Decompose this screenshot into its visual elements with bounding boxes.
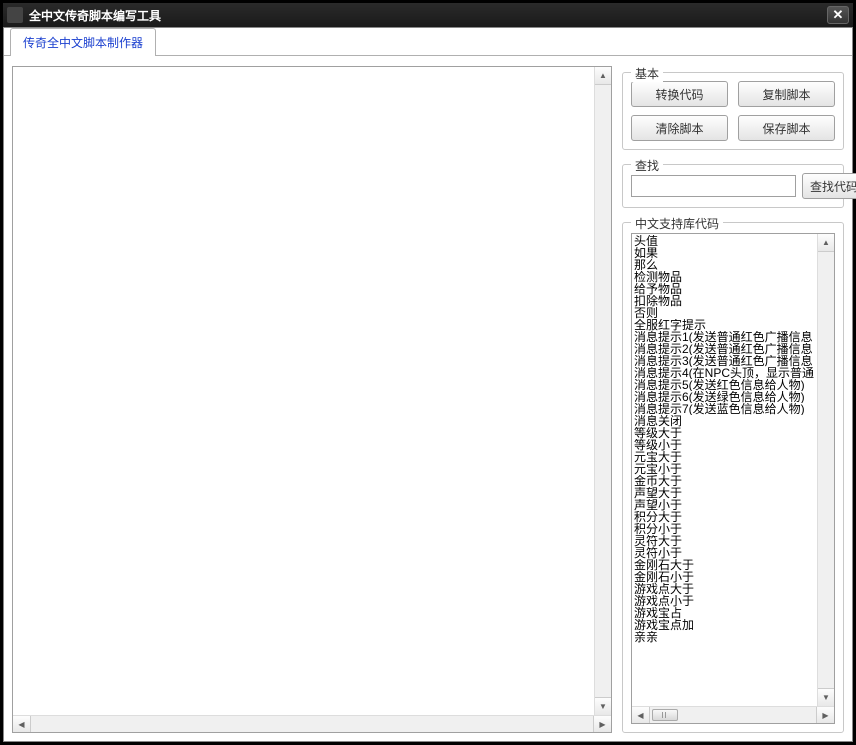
lib-item[interactable]: 消息提示1(发送普通红色广播信息 (634, 331, 817, 343)
lib-item[interactable]: 声望大于 (634, 487, 817, 499)
lib-item[interactable]: 游戏宝占 (634, 607, 817, 619)
lib-item[interactable]: 消息提示5(发送红色信息给人物) (634, 379, 817, 391)
window-body: 传奇全中文脚本制作器 基本 转换代码 复制脚本 (3, 27, 853, 742)
lib-item[interactable]: 积分大于 (634, 511, 817, 523)
lib-listbox[interactable]: 头值如果那么检测物品给予物品扣除物品否则全服红字提示消息提示1(发送普通红色广播… (632, 234, 817, 706)
lib-item[interactable]: 全服红字提示 (634, 319, 817, 331)
lib-item[interactable]: 金币大于 (634, 475, 817, 487)
close-icon[interactable]: ✕ (827, 6, 849, 24)
lib-item[interactable]: 灵符小于 (634, 547, 817, 559)
editor-vertical-scrollbar[interactable] (594, 67, 611, 715)
lib-item[interactable]: 金刚石小于 (634, 571, 817, 583)
group-lib: 中文支持库代码 头值如果那么检测物品给予物品扣除物品否则全服红字提示消息提示1(… (622, 222, 844, 733)
lib-item[interactable]: 头值 (634, 235, 817, 247)
side-panel: 基本 转换代码 复制脚本 清除脚本 保存脚本 查找 查找代码 (622, 66, 844, 733)
window-frame: 全中文传奇脚本编写工具 ✕ 传奇全中文脚本制作器 基本 转 (0, 0, 856, 745)
lib-item[interactable]: 否则 (634, 307, 817, 319)
lib-item[interactable]: 消息提示6(发送绿色信息给人物) (634, 391, 817, 403)
app-icon (7, 7, 23, 23)
lib-item[interactable]: 消息提示7(发送蓝色信息给人物) (634, 403, 817, 415)
lib-item[interactable]: 消息提示2(发送普通红色广播信息 (634, 343, 817, 355)
search-input[interactable] (631, 175, 796, 197)
lib-horizontal-scrollbar[interactable] (632, 706, 834, 723)
lib-item[interactable]: 金刚石大于 (634, 559, 817, 571)
lib-item[interactable]: 消息提示4(在NPC头顶，显示普通 (634, 367, 817, 379)
content-area: 基本 转换代码 复制脚本 清除脚本 保存脚本 查找 查找代码 (4, 56, 852, 741)
lib-item[interactable]: 检测物品 (634, 271, 817, 283)
group-basic-label: 基本 (631, 65, 663, 82)
script-editor[interactable] (13, 67, 594, 715)
lib-item[interactable]: 消息关闭 (634, 415, 817, 427)
group-search-label: 查找 (631, 157, 663, 174)
group-basic: 基本 转换代码 复制脚本 清除脚本 保存脚本 (622, 72, 844, 150)
tab-script-maker[interactable]: 传奇全中文脚本制作器 (10, 28, 156, 56)
lib-item[interactable]: 积分小于 (634, 523, 817, 535)
lib-item[interactable]: 如果 (634, 247, 817, 259)
editor-pane (12, 66, 612, 733)
save-button[interactable]: 保存脚本 (738, 115, 835, 141)
lib-item[interactable]: 元宝大于 (634, 451, 817, 463)
lib-item[interactable]: 游戏点大于 (634, 583, 817, 595)
lib-item[interactable]: 灵符大于 (634, 535, 817, 547)
lib-item[interactable]: 声望小于 (634, 499, 817, 511)
lib-item[interactable]: 消息提示3(发送普通红色广播信息 (634, 355, 817, 367)
lib-horizontal-thumb[interactable] (652, 709, 678, 721)
lib-item[interactable]: 等级大于 (634, 427, 817, 439)
lib-item[interactable]: 游戏点小于 (634, 595, 817, 607)
titlebar[interactable]: 全中文传奇脚本编写工具 ✕ (3, 3, 853, 27)
lib-item[interactable]: 游戏宝点加 (634, 619, 817, 631)
lib-item[interactable]: 元宝小于 (634, 463, 817, 475)
lib-item[interactable]: 等级小于 (634, 439, 817, 451)
lib-item[interactable]: 亲亲 (634, 631, 817, 643)
lib-item[interactable]: 那么 (634, 259, 817, 271)
group-search: 查找 查找代码 (622, 164, 844, 208)
copy-button[interactable]: 复制脚本 (738, 81, 835, 107)
tab-strip: 传奇全中文脚本制作器 (4, 28, 852, 56)
lib-vertical-scrollbar[interactable] (817, 234, 834, 706)
clear-button[interactable]: 清除脚本 (631, 115, 728, 141)
search-button[interactable]: 查找代码 (802, 173, 856, 199)
convert-button[interactable]: 转换代码 (631, 81, 728, 107)
lib-item[interactable]: 扣除物品 (634, 295, 817, 307)
editor-horizontal-scrollbar[interactable] (13, 715, 611, 732)
group-lib-label: 中文支持库代码 (631, 215, 723, 232)
window-title: 全中文传奇脚本编写工具 (29, 7, 827, 24)
lib-item[interactable]: 给予物品 (634, 283, 817, 295)
